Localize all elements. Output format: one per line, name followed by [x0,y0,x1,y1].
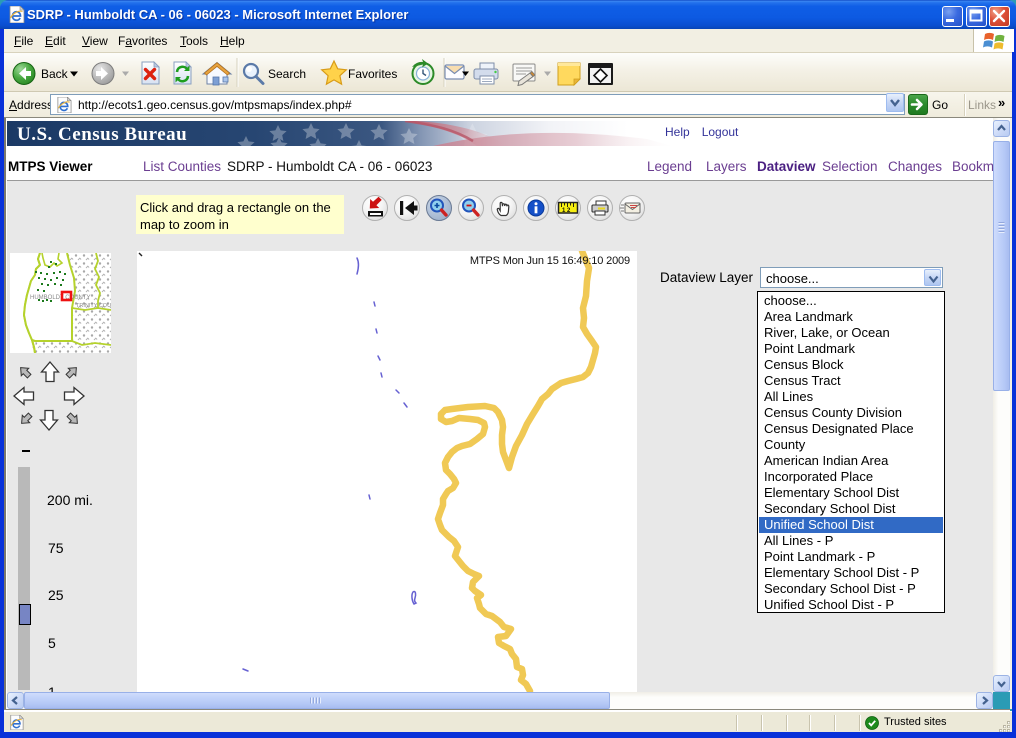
svg-text:TRINITY COU: TRINITY COU [76,303,111,309]
svg-text:HUMBOLDT COUNTY: HUMBOLDT COUNTY [30,295,91,301]
svg-text:Search: Search [268,67,306,81]
svg-text:Back: Back [41,67,69,81]
svg-text:Favorites: Favorites [348,67,397,81]
svg-text:1 2: 1 2 [562,208,571,214]
